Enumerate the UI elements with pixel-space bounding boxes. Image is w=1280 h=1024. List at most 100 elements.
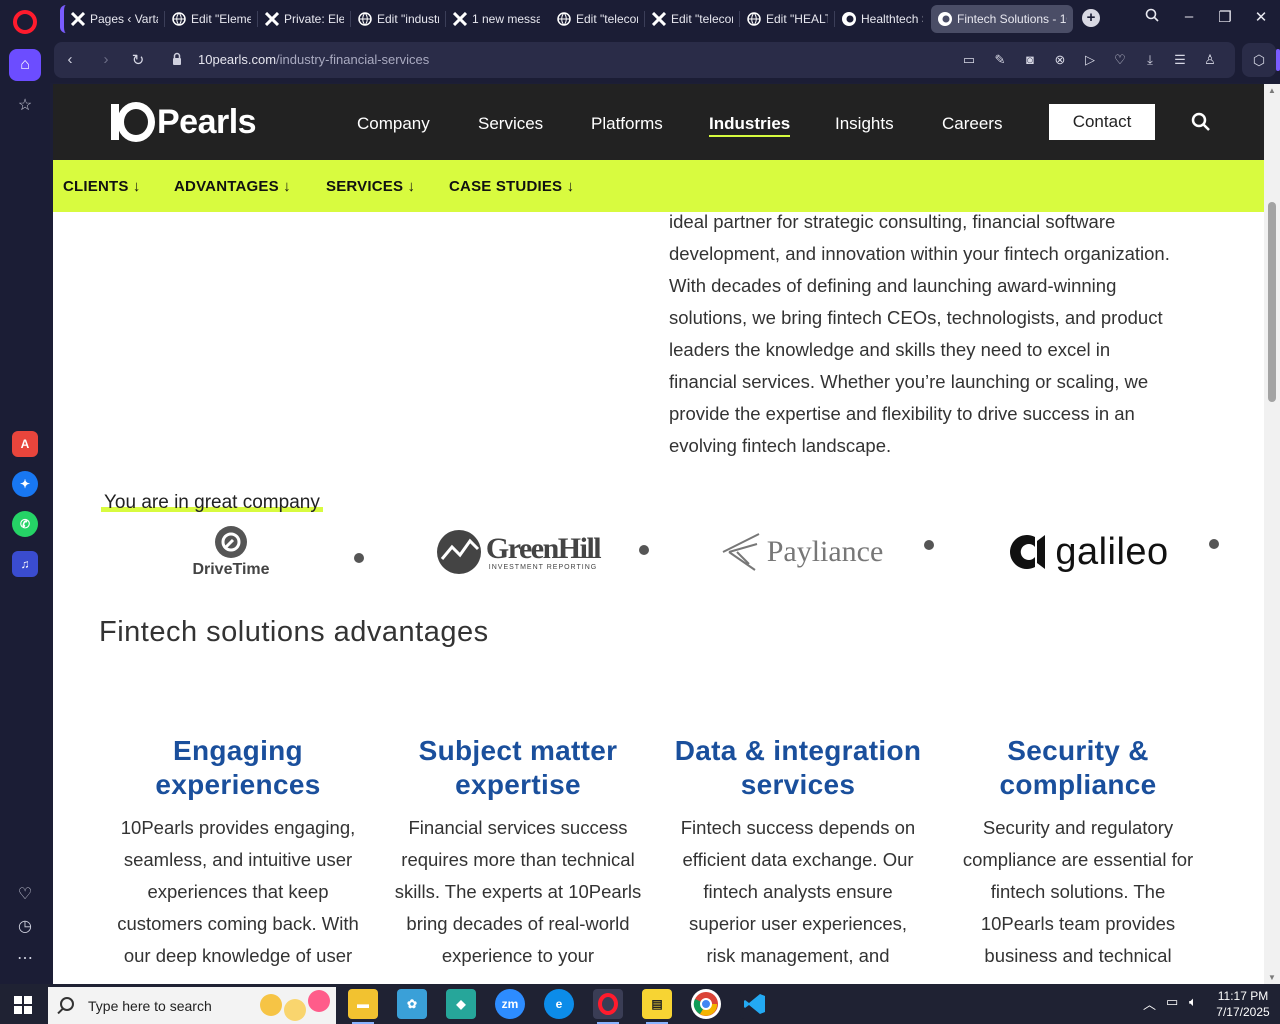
intro-line: development, and innovation within your … <box>669 243 1170 264</box>
vscode-icon[interactable] <box>740 989 770 1019</box>
greenhill-subtext: INVESTMENT REPORTING <box>488 563 598 571</box>
bookmark-star-icon[interactable]: ☆ <box>9 89 41 121</box>
app-icon[interactable]: ◆ <box>446 989 476 1019</box>
advantage-card-engaging: Engaging experiences 10Pearls provides en… <box>103 734 373 972</box>
file-explorer-icon[interactable]: ▬ <box>348 989 378 1024</box>
tab-label: Edit "industry <box>377 12 439 26</box>
home-icon[interactable]: ⌂ <box>9 49 41 81</box>
edit-icon[interactable]: ✎ <box>991 51 1009 69</box>
tab-0[interactable]: Pages ‹ Varta <box>60 5 164 33</box>
subnav-case-studies[interactable]: CASE STUDIES ↓ <box>449 178 574 195</box>
windows-taskbar: Type here to search ▬ ✿ ◆ zm e ▤ ︿ ▭ 🔈︎ … <box>0 984 1280 1024</box>
chrome-icon[interactable] <box>691 989 721 1019</box>
x-icon <box>651 11 667 27</box>
scrollbar-thumb[interactable] <box>1268 202 1276 402</box>
tab-5[interactable]: Edit "telecom <box>550 5 644 33</box>
nav-industries[interactable]: Industries <box>709 114 791 137</box>
minimize-icon[interactable]: – <box>1179 8 1199 25</box>
music-player-icon[interactable]: ♫ <box>12 551 38 577</box>
more-dots-icon[interactable]: ⋯ <box>9 942 41 974</box>
10pearls-icon <box>937 11 953 27</box>
tab-8[interactable]: Healthtech S <box>835 5 929 33</box>
subnav-clients[interactable]: CLIENTS ↓ <box>63 178 141 195</box>
nav-services[interactable]: Services <box>478 114 543 134</box>
tab-7[interactable]: Edit "HEALTH <box>740 5 834 33</box>
card-title: Engaging experiences <box>155 735 321 800</box>
volume-icon[interactable]: 🔈︎ <box>1189 994 1197 1010</box>
camera-icon[interactable]: ◙ <box>1021 51 1039 69</box>
emoji-icon <box>284 999 306 1021</box>
subnav-advantages[interactable]: ADVANTAGES ↓ <box>174 178 291 195</box>
history-clock-icon[interactable]: ◷ <box>9 910 41 942</box>
easy-setup-icon[interactable]: ☰ <box>1171 51 1189 69</box>
advantage-card-security: Security & compliance Security and regula… <box>943 734 1213 972</box>
globe-icon <box>357 11 373 27</box>
nav-insights[interactable]: Insights <box>835 114 894 134</box>
intro-line: leaders the knowledge and skills they ne… <box>669 339 1111 360</box>
tab-9-active[interactable]: Fintech Solutions - 10 <box>931 5 1073 33</box>
opera-icon[interactable] <box>593 989 623 1024</box>
adblock-icon[interactable]: ⊗ <box>1051 51 1069 69</box>
network-icon[interactable]: ▭ <box>1166 994 1178 1010</box>
reader-mode-icon[interactable]: ▭ <box>960 51 978 69</box>
windows-start-icon[interactable] <box>14 996 32 1014</box>
payliance-mark-icon <box>722 533 760 571</box>
heart-icon[interactable]: ♡ <box>9 878 41 910</box>
profile-icon[interactable]: ♙ <box>1201 51 1219 69</box>
restore-icon[interactable]: ❐ <box>1215 8 1235 26</box>
10pearls-icon <box>841 11 857 27</box>
tab-1[interactable]: Edit "Elementor <box>165 5 257 33</box>
lock-icon[interactable] <box>172 52 182 66</box>
taskbar-search-input[interactable]: Type here to search <box>48 987 336 1024</box>
payliance-text: Payliance <box>766 535 884 568</box>
edge-icon[interactable]: e <box>544 989 574 1019</box>
taskbar-clock[interactable]: 11:17 PM 7/17/2025 <box>1210 988 1276 1020</box>
page-scrollbar[interactable]: ▲ ▼ <box>1264 84 1280 984</box>
sticky-notes-icon[interactable]: ▤ <box>642 989 672 1024</box>
drivetime-text: DriveTime <box>192 561 270 578</box>
new-tab-button[interactable]: + <box>1082 9 1100 27</box>
subnav-services[interactable]: SERVICES ↓ <box>326 178 415 195</box>
intro-line: ideal partner for strategic consulting, … <box>669 211 1116 232</box>
section-subnav: CLIENTS ↓ ADVANTAGES ↓ SERVICES ↓ CASE S… <box>53 160 1264 212</box>
advantage-card-expertise: Subject matter expertise Financial servic… <box>383 734 653 972</box>
search-tabs-icon[interactable] <box>1142 8 1162 26</box>
nav-platforms[interactable]: Platforms <box>591 114 663 134</box>
close-icon[interactable]: ✕ <box>1251 8 1271 26</box>
nav-careers[interactable]: Careers <box>942 114 1002 134</box>
forward-icon[interactable]: › <box>96 51 116 68</box>
galileo-text: galileo <box>1055 530 1169 573</box>
search-icon[interactable] <box>1191 112 1211 132</box>
tab-2[interactable]: Private: Elem <box>258 5 350 33</box>
address-field[interactable]: ‹ › ↻ 10pearls.com/industry-financial-se… <box>54 42 1235 78</box>
extensions-cube-icon[interactable]: ⬡ <box>1242 43 1280 77</box>
tab-3[interactable]: Edit "industry <box>351 5 445 33</box>
globe-icon <box>171 11 187 27</box>
messenger-icon[interactable]: ✦ <box>12 471 38 497</box>
back-icon[interactable]: ‹ <box>60 51 80 68</box>
reload-icon[interactable]: ↻ <box>128 51 148 69</box>
opera-logo-icon[interactable] <box>13 10 37 34</box>
10pearls-logo[interactable]: Pearls <box>105 98 257 146</box>
client-logo-greenhill: GreenHill INVESTMENT REPORTING <box>427 522 607 582</box>
tab-6[interactable]: Edit "telecom <box>645 5 739 33</box>
carousel-dot <box>924 540 934 550</box>
scroll-up-icon[interactable]: ▲ <box>1268 86 1276 95</box>
contact-button[interactable]: Contact <box>1049 104 1155 140</box>
url-text[interactable]: 10pearls.com/industry-financial-services <box>198 52 429 67</box>
card-body: Security and regulatory compliance are e… <box>962 817 1194 966</box>
nav-company[interactable]: Company <box>357 114 430 134</box>
great-company-text: You are in great company <box>104 492 320 513</box>
card-body: Financial services success requires more… <box>394 817 642 966</box>
tray-chevron-icon[interactable]: ︿ <box>1143 994 1156 1013</box>
heart-icon[interactable]: ♡ <box>1111 51 1129 69</box>
whatsapp-icon[interactable]: ✆ <box>12 511 38 537</box>
aria-icon[interactable]: A <box>12 431 38 457</box>
download-icon[interactable]: ⤓ <box>1141 51 1159 69</box>
paint-icon[interactable]: ✿ <box>397 989 427 1019</box>
tab-4[interactable]: 1 new message <box>446 5 546 33</box>
tab-label: Edit "telecom <box>576 12 638 26</box>
scroll-down-icon[interactable]: ▼ <box>1268 973 1276 982</box>
zoom-icon[interactable]: zm <box>495 989 525 1019</box>
send-icon[interactable]: ▷ <box>1081 51 1099 69</box>
